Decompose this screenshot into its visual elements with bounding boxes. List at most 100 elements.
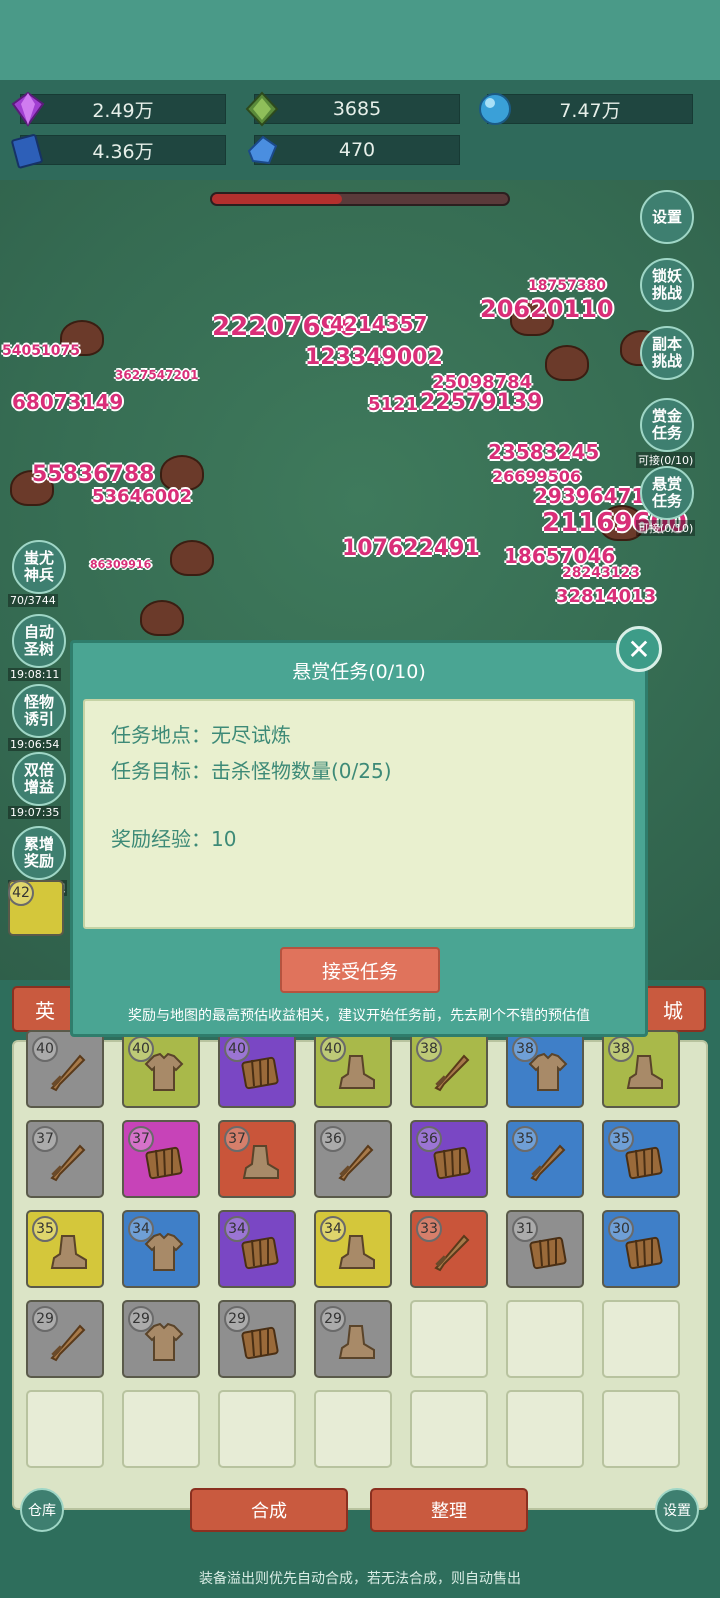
inventory-slot[interactable] [506, 1300, 584, 1378]
damage-number: 107622491 [342, 536, 480, 561]
inventory-slot[interactable] [218, 1390, 296, 1468]
inventory-slot[interactable]: 31 [506, 1210, 584, 1288]
damage-number: 55836788 [32, 462, 155, 487]
sword-icon [46, 1140, 90, 1184]
damage-number: 54051075 [2, 343, 80, 359]
resource-value: 7.47万 [559, 99, 621, 122]
armor-icon [622, 1140, 666, 1184]
armor-icon [238, 1230, 282, 1274]
damage-number: 86309916 [90, 558, 152, 571]
dialog-note: 奖励与地图的最高预估收益相关，建议开始任务前，先去刷个不错的预估值 [128, 1008, 590, 1024]
shirt-icon [526, 1050, 570, 1094]
blue-orb-icon [479, 93, 511, 125]
side-button-left-0[interactable]: 蚩尤 神兵 [12, 540, 66, 594]
inventory-slot[interactable]: 29 [122, 1300, 200, 1378]
inventory-slot[interactable]: 38 [602, 1030, 680, 1108]
side-button-right-1[interactable]: 锁妖 挑战 [640, 258, 694, 312]
inventory-slot[interactable]: 38 [410, 1030, 488, 1108]
inventory-slot[interactable]: 40 [122, 1030, 200, 1108]
resource-orb: 7.47万 [479, 93, 693, 125]
merge-button[interactable]: 合成 [190, 1488, 348, 1532]
side-button-left-1[interactable]: 自动 圣树 [12, 614, 66, 668]
accept-task-button[interactable]: 接受任务 [280, 947, 440, 993]
inventory-slot[interactable]: 38 [506, 1030, 584, 1108]
resource-value: 3685 [332, 98, 382, 120]
damage-number: 123349002 [305, 345, 443, 370]
inventory-slot[interactable] [602, 1300, 680, 1378]
bounty-task-dialog: 悬赏任务(0/10) 任务地点：无尽试炼 任务目标：击杀怪物数量(0/25) 奖… [70, 640, 648, 1037]
side-button-right-4[interactable]: 悬赏 任务 [640, 466, 694, 520]
green-crystal-icon [245, 91, 279, 127]
inventory-slot[interactable]: 40 [218, 1030, 296, 1108]
sword-icon [526, 1140, 570, 1184]
resource-value: 470 [338, 139, 376, 161]
side-button-right-3[interactable]: 赏金 任务 [640, 398, 694, 452]
damage-number: 20620110 [480, 295, 614, 323]
sort-button[interactable]: 整理 [370, 1488, 528, 1532]
inventory-slot[interactable] [314, 1390, 392, 1468]
blue-crystal-icon [247, 135, 278, 165]
inventory-slot[interactable]: 29 [218, 1300, 296, 1378]
monster [140, 600, 184, 636]
damage-number: 4214357 [330, 312, 428, 336]
side-button-right-2[interactable]: 副本 挑战 [640, 326, 694, 380]
boots-icon [622, 1050, 666, 1094]
inventory-slot[interactable] [410, 1390, 488, 1468]
inventory-slot[interactable]: 35 [602, 1120, 680, 1198]
armor-icon [526, 1230, 570, 1274]
inventory-slot[interactable] [122, 1390, 200, 1468]
dialog-title: 悬赏任务(0/10) [292, 661, 426, 683]
shirt-icon [142, 1320, 186, 1364]
boots-icon [334, 1320, 378, 1364]
side-button-sub: 19:06:54 [8, 738, 62, 751]
inventory-slot[interactable]: 34 [218, 1210, 296, 1288]
inventory-slot[interactable]: 40 [314, 1030, 392, 1108]
resource-value: 4.36万 [92, 140, 154, 163]
settings-button[interactable]: 设置 [655, 1488, 699, 1532]
level-badge: 42 [8, 880, 34, 906]
warehouse-button[interactable]: 仓库 [20, 1488, 64, 1532]
sword-icon [430, 1230, 474, 1274]
inventory-slot[interactable]: 30 [602, 1210, 680, 1288]
inventory-slot[interactable] [506, 1390, 584, 1468]
close-dialog-button[interactable]: ✕ [616, 626, 662, 672]
inventory-slot[interactable]: 29 [314, 1300, 392, 1378]
top-bar [0, 0, 720, 80]
inventory-slot[interactable]: 37 [26, 1120, 104, 1198]
inventory-slot[interactable]: 35 [26, 1210, 104, 1288]
quickbar-slot[interactable]: 42 [8, 880, 64, 936]
boots-icon [238, 1140, 282, 1184]
side-button-left-3[interactable]: 双倍 增益 [12, 752, 66, 806]
boss-hp-bar [210, 192, 510, 206]
inventory-slot[interactable]: 29 [26, 1300, 104, 1378]
inventory-slot[interactable]: 37 [122, 1120, 200, 1198]
inventory-grid: 40 40 40 40 38 38 38 37 37 37 36 36 35 35 35 34 34 34 33 31… [12, 1030, 708, 1510]
inventory-slot[interactable]: 36 [314, 1120, 392, 1198]
damage-number: 32814013 [556, 586, 657, 607]
tab-hero[interactable]: 英 [12, 986, 78, 1032]
inventory-slot[interactable] [602, 1390, 680, 1468]
side-button-left-4[interactable]: 累增 奖励 [12, 826, 66, 880]
damage-number: 28243123 [562, 565, 640, 581]
resource-blue-crystal: 470 [247, 135, 460, 165]
resource-crystal: 3685 [245, 91, 460, 127]
inventory-slot[interactable]: 33 [410, 1210, 488, 1288]
inventory-slot[interactable]: 34 [122, 1210, 200, 1288]
tab-city[interactable]: 城 [640, 986, 706, 1032]
inventory-slot[interactable] [26, 1390, 104, 1468]
side-button-sub: 19:08:11 [8, 668, 62, 681]
inventory-slot[interactable]: 36 [410, 1120, 488, 1198]
blue-book-icon [11, 134, 43, 169]
damage-number: 18757380 [528, 278, 606, 294]
task-reward: 奖励经验：10 [111, 827, 237, 851]
side-button-sub: 19:07:35 [8, 806, 62, 819]
side-button-left-2[interactable]: 怪物 诱引 [12, 684, 66, 738]
inventory-slot[interactable]: 35 [506, 1120, 584, 1198]
sword-icon [46, 1050, 90, 1094]
inventory-slot[interactable] [410, 1300, 488, 1378]
inventory-slot[interactable]: 37 [218, 1120, 296, 1198]
inventory-slot[interactable]: 34 [314, 1210, 392, 1288]
inventory-slot[interactable]: 40 [26, 1030, 104, 1108]
side-button-right-0[interactable]: 设置 [640, 190, 694, 244]
close-icon: ✕ [627, 632, 651, 666]
